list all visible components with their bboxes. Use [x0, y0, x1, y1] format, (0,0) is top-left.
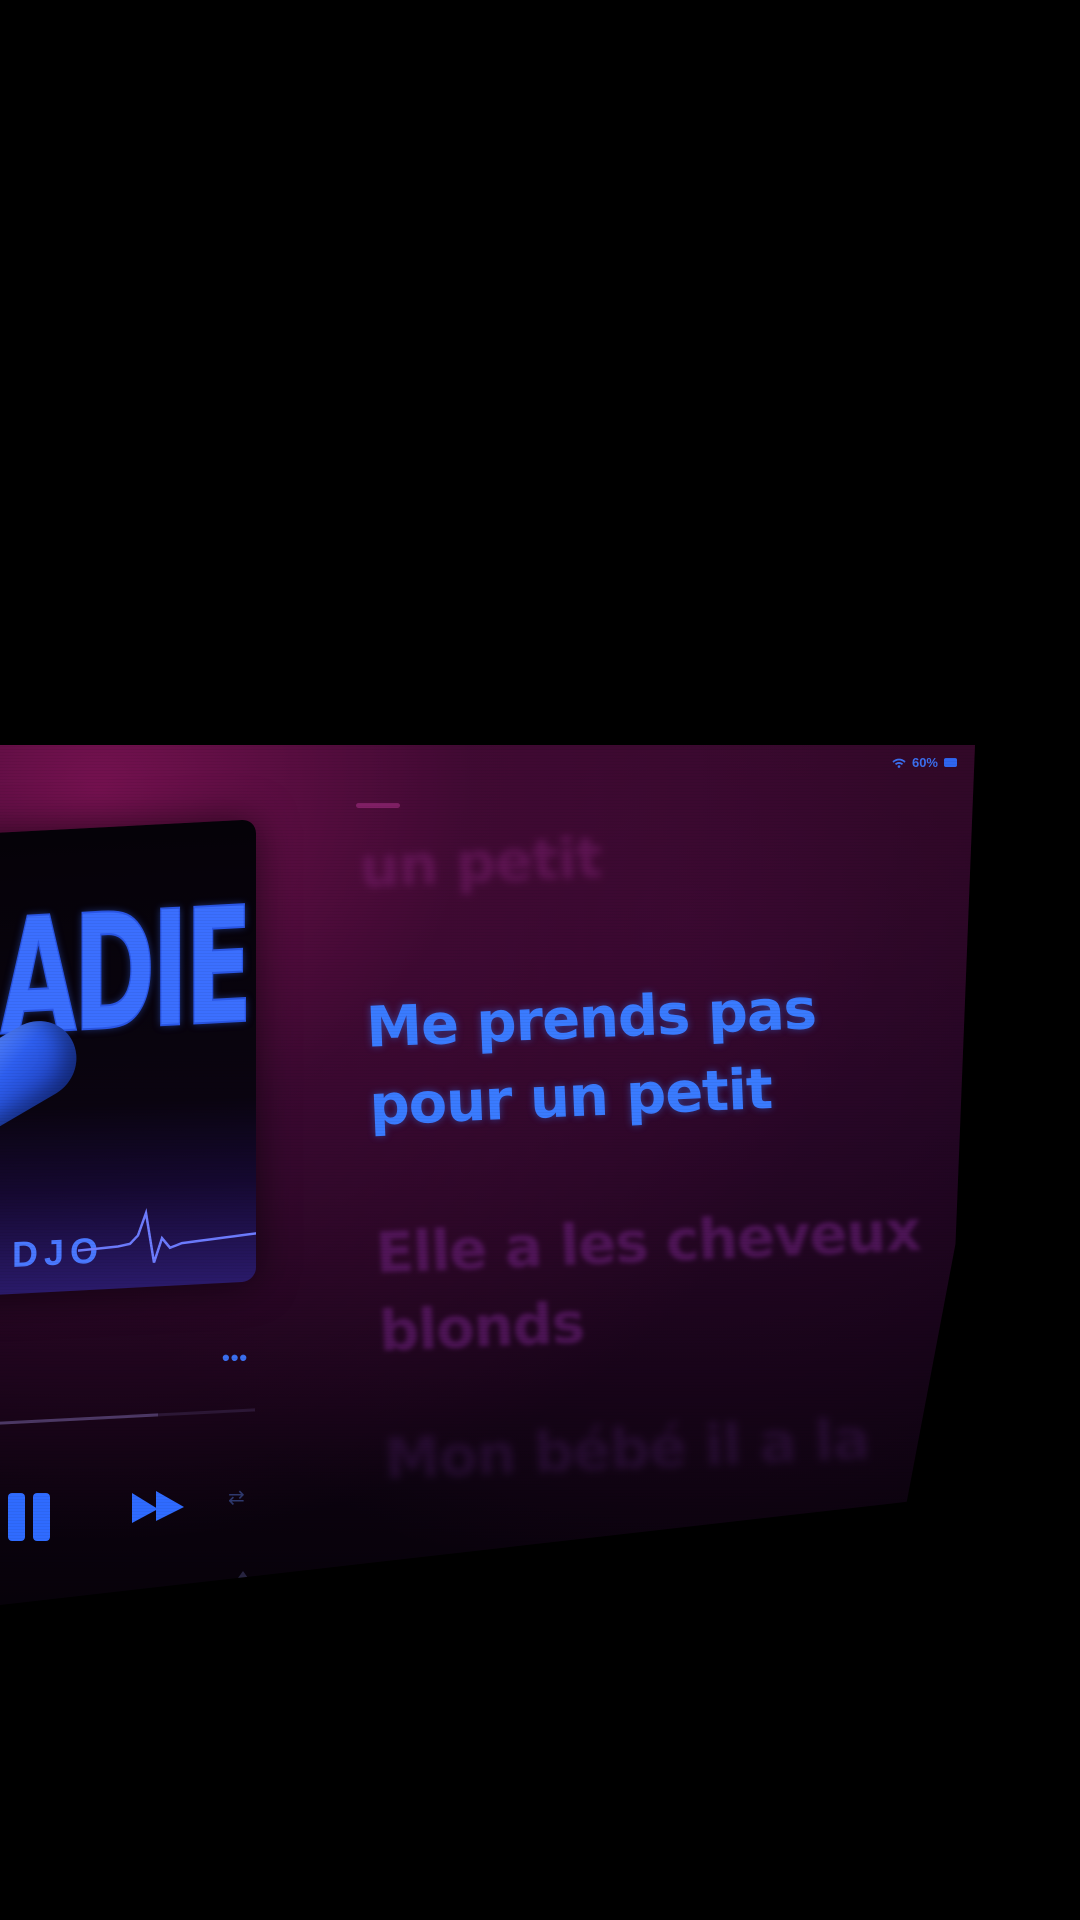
- repeat-icon[interactable]: ⇄: [228, 1485, 245, 1510]
- lyric-line-current[interactable]: Me prends pas pour un petit: [365, 966, 931, 1145]
- playback-progress-bar[interactable]: [0, 1408, 255, 1425]
- battery-icon: [944, 758, 957, 767]
- fast-forward-icon[interactable]: [130, 1487, 186, 1527]
- sheet-grabber[interactable]: [356, 803, 400, 808]
- lyrics-panel: un petit Me prends pas pour un petit Ell…: [358, 807, 946, 1500]
- queue-icon[interactable]: ☰: [866, 1553, 886, 1579]
- airplay-icon[interactable]: [238, 1570, 248, 1578]
- wifi-icon: [892, 758, 906, 768]
- lyric-line-later[interactable]: Mon bébé il a la: [383, 1398, 946, 1499]
- lyrics-icon[interactable]: [796, 1559, 818, 1581]
- pause-button[interactable]: [8, 1493, 54, 1541]
- pause-icon: [8, 1493, 25, 1541]
- lyric-line-next[interactable]: Elle a les cheveux blonds: [374, 1192, 940, 1371]
- now-playing-screen: 60% ADIE DJO ••• ⇄ un petit Me prends pa…: [0, 745, 975, 1605]
- battery-percentage: 60%: [911, 755, 938, 770]
- playback-progress-fill: [0, 1413, 159, 1425]
- more-options-button[interactable]: •••: [222, 1345, 248, 1371]
- pause-icon-bar: [33, 1493, 50, 1541]
- photo-scene: 60% ADIE DJO ••• ⇄ un petit Me prends pa…: [0, 0, 1080, 1920]
- lyric-line-past[interactable]: un petit: [358, 807, 921, 908]
- heartbeat-line-graphic: [78, 1208, 256, 1263]
- album-artwork: ADIE DJO: [0, 819, 256, 1297]
- status-bar: 60%: [892, 755, 957, 770]
